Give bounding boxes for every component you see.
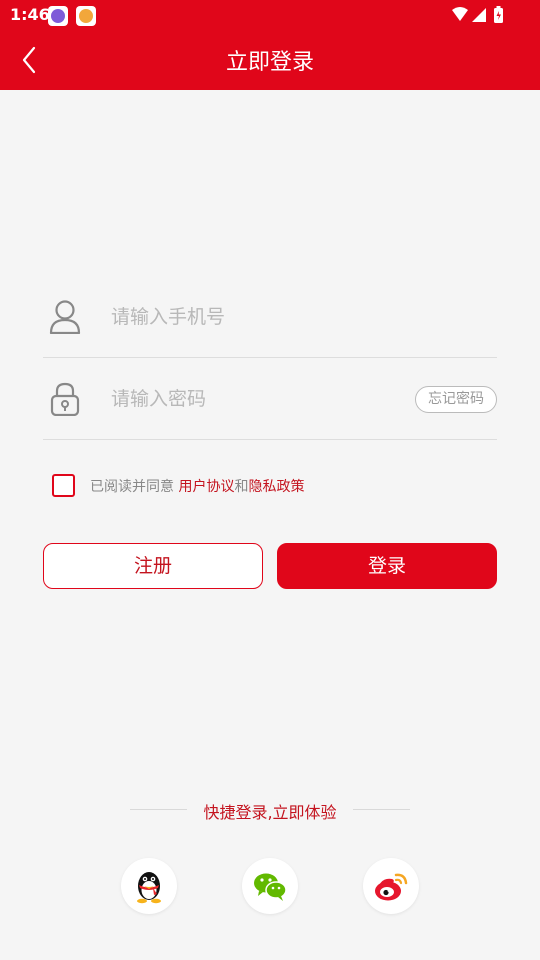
lock-icon [49, 382, 81, 417]
wechat-icon [254, 873, 287, 901]
notification-app-icon [76, 6, 96, 26]
signal-icon [472, 8, 486, 22]
user-icon [49, 300, 81, 335]
notification-app-icon [48, 6, 68, 26]
nav-bar: 立即登录 [0, 30, 540, 90]
agreement-checkbox[interactable] [52, 474, 75, 497]
wechat-login-button[interactable] [242, 858, 298, 914]
quick-login-label: 快捷登录,立即体验 [203, 803, 337, 822]
app-header: 1:46 立即登录 [0, 0, 540, 90]
wifi-icon [452, 7, 468, 21]
qq-login-button[interactable] [121, 858, 177, 914]
divider-line [353, 809, 410, 810]
login-button[interactable]: 登录 [277, 543, 497, 589]
system-icons [450, 5, 510, 29]
user-agreement-link[interactable]: 用户协议 [178, 479, 234, 495]
register-button[interactable]: 注册 [43, 543, 263, 589]
password-input[interactable] [111, 382, 401, 416]
status-bar: 1:46 [0, 0, 540, 30]
agreement-prefix: 已阅读并同意 [90, 479, 179, 495]
privacy-policy-link[interactable]: 隐私政策 [248, 479, 304, 495]
quick-login-divider: 快捷登录,立即体验 [130, 797, 410, 823]
agreement-and: 和 [234, 479, 249, 495]
phone-input[interactable] [111, 300, 401, 334]
qq-icon [137, 872, 161, 904]
weibo-login-button[interactable] [363, 858, 419, 914]
agreement-text: 已阅读并同意 用户协议和隐私政策 [90, 476, 304, 496]
status-time: 1:46 [10, 5, 50, 24]
phone-row [43, 276, 497, 358]
page-title: 立即登录 [225, 50, 314, 75]
weibo-icon [375, 873, 408, 901]
password-row: 忘记密码 [43, 358, 497, 440]
forgot-password-button[interactable]: 忘记密码 [415, 386, 497, 413]
